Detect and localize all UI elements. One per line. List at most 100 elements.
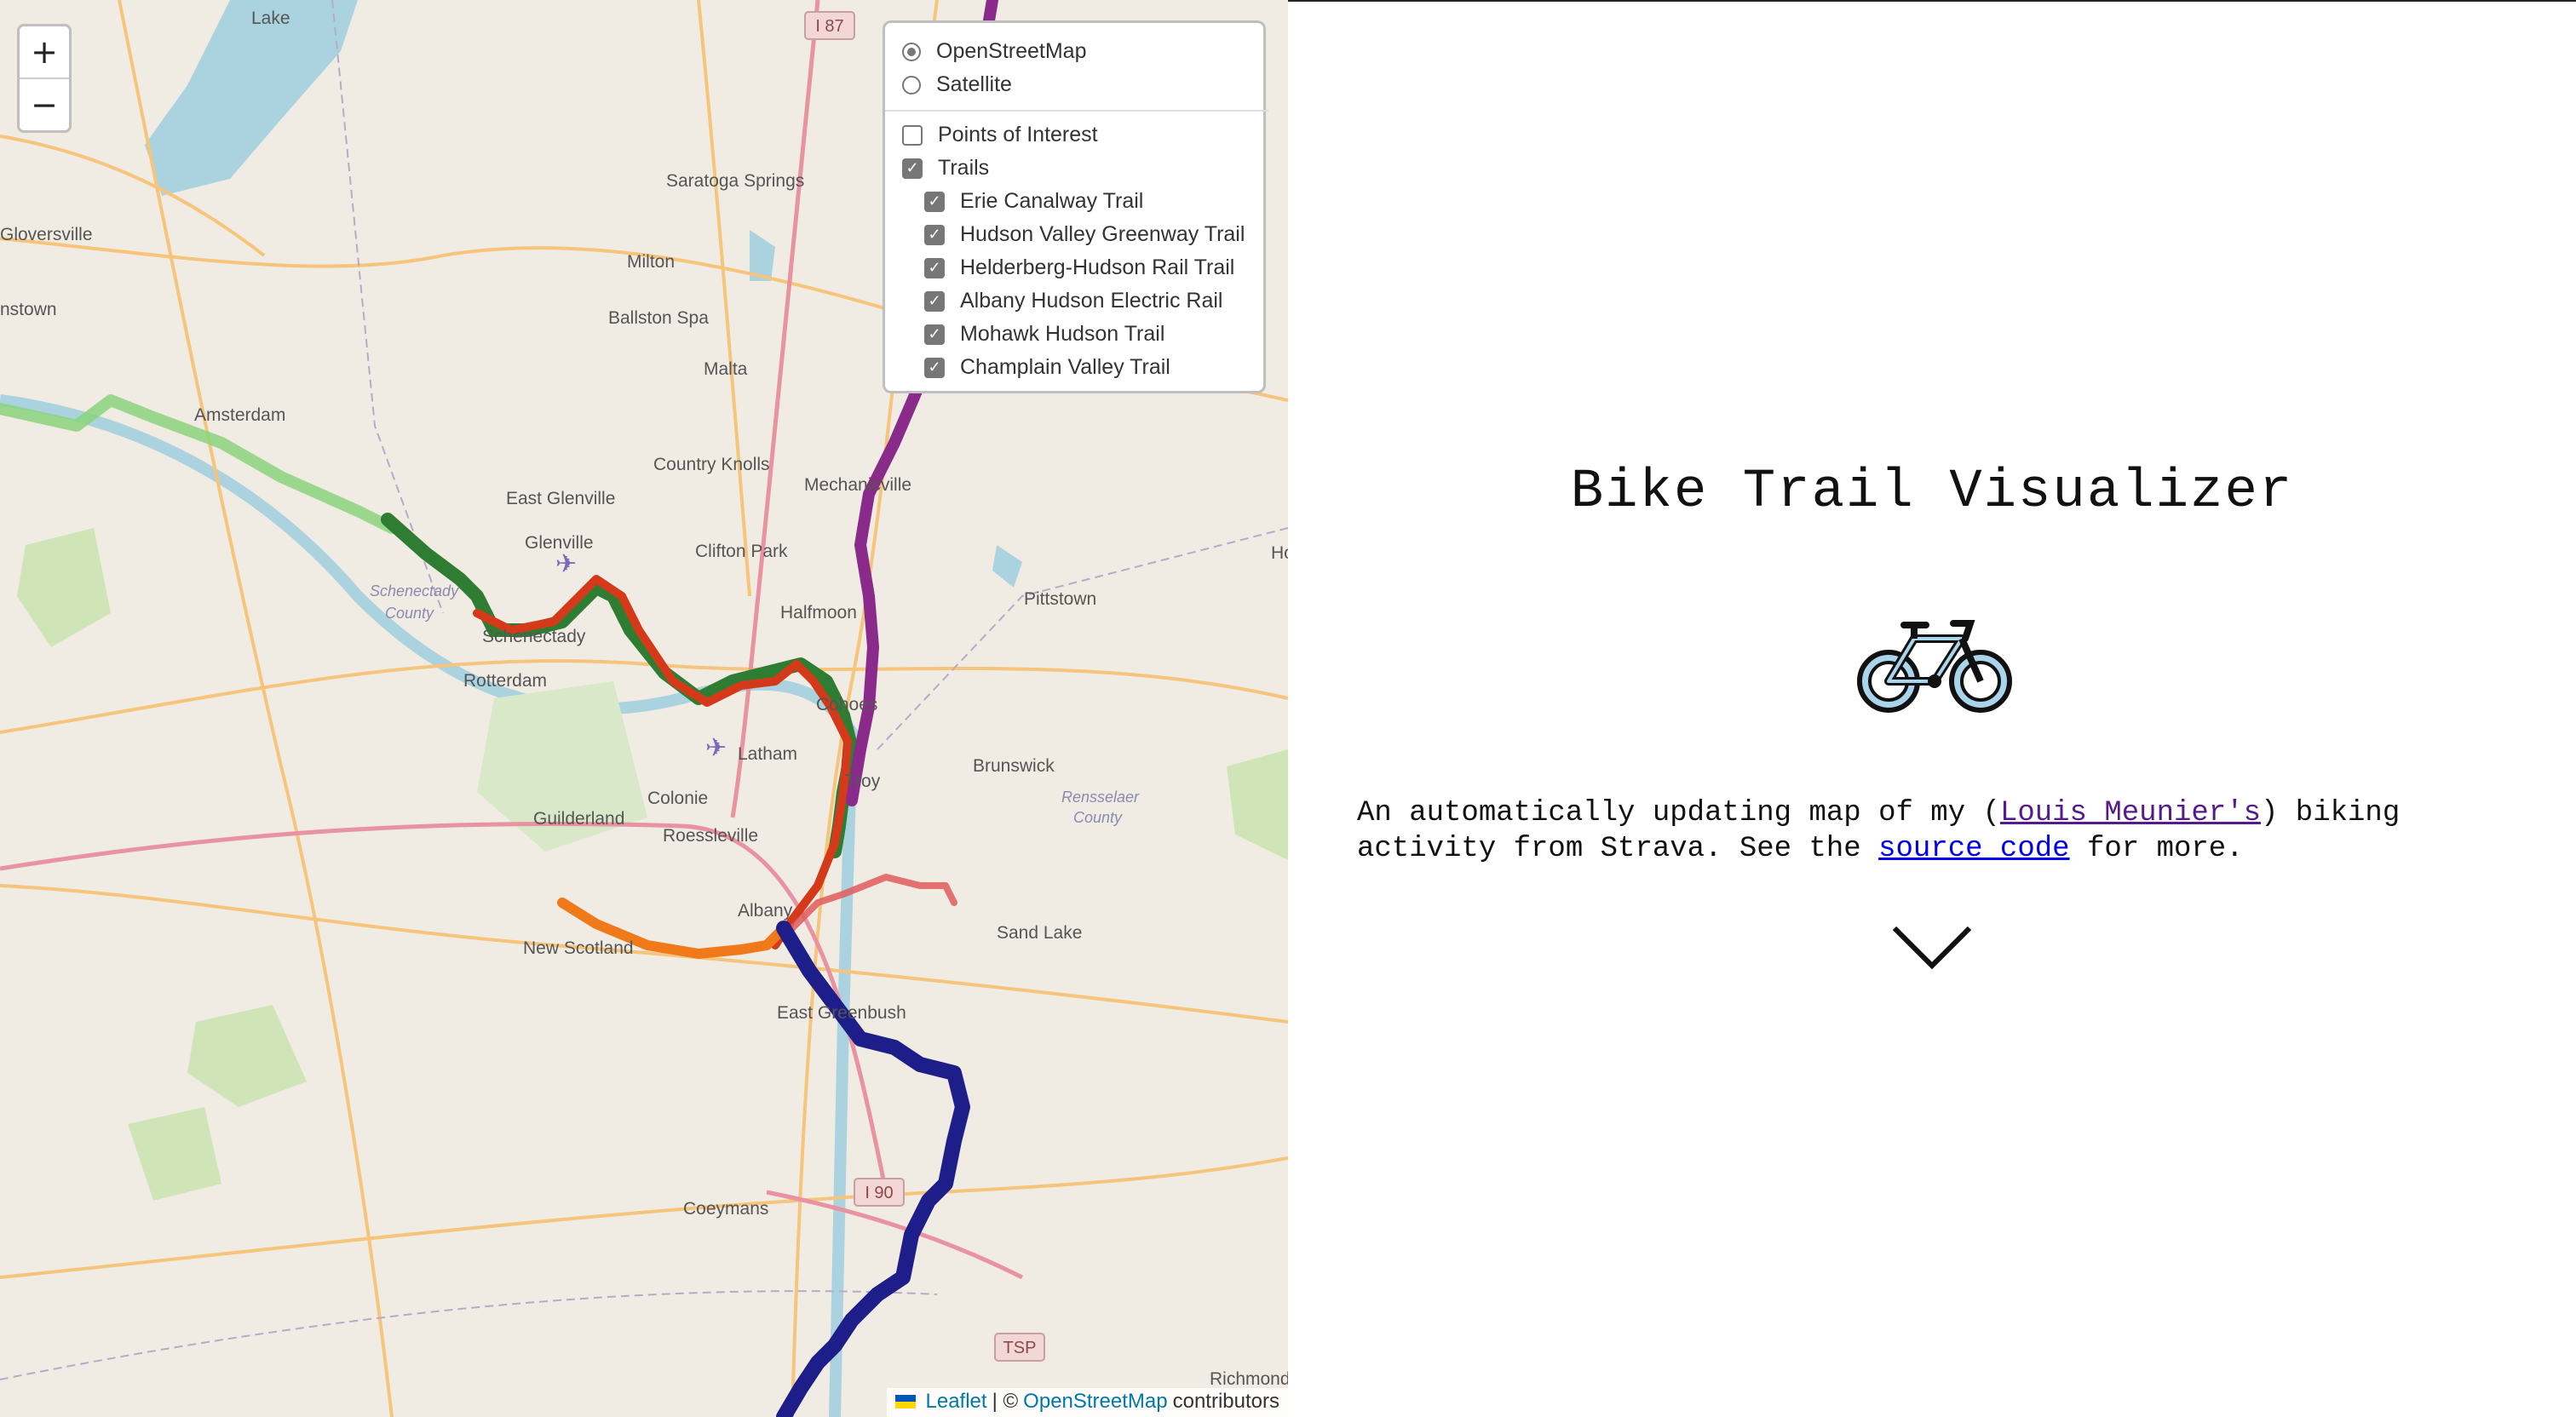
author-link[interactable]: Louis Meunier's xyxy=(2000,797,2261,829)
road-shield: I 90 xyxy=(854,1178,905,1207)
place-label: Rotterdam xyxy=(463,671,547,691)
radio-button[interactable] xyxy=(902,42,921,61)
place-label: Coeymans xyxy=(683,1199,768,1219)
leaflet-link[interactable]: Leaflet xyxy=(926,1390,987,1414)
checkbox[interactable]: ✓ xyxy=(902,158,923,179)
map-attribution: Leaflet | © OpenStreetMap contributors xyxy=(886,1388,1288,1417)
overlay-label: Trails xyxy=(938,156,990,180)
overlay-points-of-interest[interactable]: Points of Interest xyxy=(902,118,1263,152)
openstreetmap-link[interactable]: OpenStreetMap xyxy=(1023,1390,1167,1414)
place-label: Albany xyxy=(738,901,793,921)
county-label: Schenectady xyxy=(370,582,459,600)
place-label: Halfmoon xyxy=(780,603,857,622)
trail-champlain-valley[interactable]: ✓ Champlain Valley Trail xyxy=(902,351,1263,384)
place-label: Cohoes xyxy=(816,695,877,714)
bicycle-icon xyxy=(1857,620,2012,713)
place-label: Schenectady xyxy=(482,627,586,646)
place-label: Clifton Park xyxy=(695,542,788,561)
checkbox[interactable]: ✓ xyxy=(924,257,945,278)
park-shape xyxy=(187,1005,307,1107)
attribution-separator: | © xyxy=(992,1390,1019,1413)
airport-icon: ✈ xyxy=(555,549,577,579)
radio-button[interactable] xyxy=(902,75,921,95)
checkbox[interactable]: ✓ xyxy=(924,290,945,312)
zoom-control: + − xyxy=(17,24,72,133)
description-text: An automatically updating map of my ( xyxy=(1357,797,2000,829)
svg-text:TSP: TSP xyxy=(1003,1339,1037,1357)
place-label: Brunswick xyxy=(973,756,1055,776)
trail-erie-canalway[interactable]: ✓ Erie Canalway Trail xyxy=(902,185,1263,218)
info-panel: Bike Trail Visualizer An automatically u… xyxy=(1288,0,2576,1417)
trail-label: Hudson Valley Greenway Trail xyxy=(960,222,1245,246)
place-label: Richmond xyxy=(1210,1369,1288,1389)
place-label: Latham xyxy=(738,744,797,764)
attribution-contributors: contributors xyxy=(1172,1390,1279,1413)
chevron-down-icon[interactable] xyxy=(1889,921,1975,972)
trail-hudson-valley-greenway[interactable]: ✓ Hudson Valley Greenway Trail xyxy=(902,218,1263,251)
source-code-link[interactable]: source code xyxy=(1878,833,2069,865)
place-label: nstown xyxy=(0,300,57,319)
page-title: Bike Trail Visualizer xyxy=(1570,462,2294,523)
place-label: East Glenville xyxy=(506,489,615,508)
trail-label: Helderberg-Hudson Rail Trail xyxy=(960,255,1235,279)
trail-label: Albany Hudson Electric Rail xyxy=(960,289,1223,313)
place-label: New Scotland xyxy=(523,938,634,958)
place-label: Troy xyxy=(845,772,881,791)
description: An automatically updating map of my (Lou… xyxy=(1357,795,2550,867)
trail-helderberg-hudson[interactable]: ✓ Helderberg-Hudson Rail Trail xyxy=(902,251,1263,284)
place-label: Malta xyxy=(704,359,748,379)
place-label: Guilderland xyxy=(533,809,624,829)
zoom-in-button[interactable]: + xyxy=(20,26,69,79)
base-layer-openstreetmap[interactable]: OpenStreetMap xyxy=(902,35,1263,68)
trail-mohawk-hudson[interactable]: ✓ Mohawk Hudson Trail xyxy=(902,318,1263,351)
trail-label: Mohawk Hudson Trail xyxy=(960,322,1165,346)
svg-text:I 90: I 90 xyxy=(865,1184,893,1202)
trail-label: Champlain Valley Trail xyxy=(960,355,1170,379)
place-label: Lake xyxy=(251,9,290,28)
svg-text:I 87: I 87 xyxy=(815,17,843,36)
checkbox[interactable]: ✓ xyxy=(924,191,945,212)
base-layer-satellite[interactable]: Satellite xyxy=(902,68,1263,101)
layer-control: OpenStreetMap Satellite Points of Intere… xyxy=(883,20,1268,393)
lake-shape xyxy=(145,0,358,196)
place-label: Gloversville xyxy=(0,225,93,244)
place-label: Amsterdam xyxy=(194,405,285,425)
park-shape xyxy=(128,1107,221,1201)
checkbox[interactable]: ✓ xyxy=(924,224,945,245)
layer-separator xyxy=(885,110,1268,112)
place-label: Ballston Spa xyxy=(608,308,709,328)
place-label: Pittstown xyxy=(1024,589,1096,609)
park-shape xyxy=(17,528,111,647)
lake-shape xyxy=(992,545,1022,588)
base-layer-label: OpenStreetMap xyxy=(936,39,1087,63)
ukraine-flag-icon xyxy=(894,1395,916,1408)
place-label: Mechanicville xyxy=(804,475,911,495)
road-shield: I 87 xyxy=(804,11,855,40)
place-label: Glenville xyxy=(525,533,594,553)
road-shield: TSP xyxy=(994,1333,1045,1362)
overlay-trails[interactable]: ✓ Trails xyxy=(902,152,1263,185)
checkbox[interactable] xyxy=(902,124,923,146)
park-shape xyxy=(1227,749,1288,860)
place-label: Country Knolls xyxy=(653,455,770,474)
place-label: Sand Lake xyxy=(997,923,1082,943)
description-text: for more. xyxy=(2069,833,2244,865)
zoom-out-button[interactable]: − xyxy=(20,79,69,130)
airport-icon: ✈ xyxy=(705,733,727,763)
county-label: Rensselaer xyxy=(1061,789,1140,806)
county-label: County xyxy=(385,605,434,622)
checkbox[interactable]: ✓ xyxy=(924,357,945,378)
trail-label: Erie Canalway Trail xyxy=(960,189,1144,213)
county-label: County xyxy=(1073,809,1123,826)
place-label: Milton xyxy=(627,252,675,272)
place-label: Roessleville xyxy=(663,826,758,846)
checkbox[interactable]: ✓ xyxy=(924,324,945,345)
map[interactable]: I 87 I 90 TSP ✈ ✈ Lake Gloversville nsto… xyxy=(0,0,1288,1417)
overlay-label: Points of Interest xyxy=(938,123,1098,146)
base-layer-label: Satellite xyxy=(936,72,1012,96)
place-label: Colonie xyxy=(647,789,708,808)
place-label: Ho xyxy=(1271,543,1288,563)
place-label: East Greenbush xyxy=(777,1003,906,1023)
place-label: Saratoga Springs xyxy=(666,171,804,191)
trail-albany-hudson-electric[interactable]: ✓ Albany Hudson Electric Rail xyxy=(902,284,1263,318)
